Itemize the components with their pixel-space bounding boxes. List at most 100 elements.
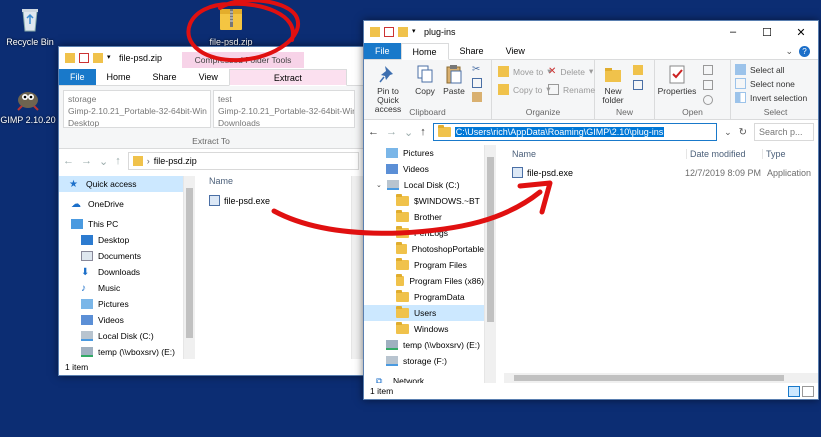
breadcrumb[interactable]: file-psd.zip — [154, 156, 197, 166]
properties-icon[interactable] — [384, 27, 394, 37]
scrollbar-thumb[interactable] — [514, 375, 784, 381]
nav-item-this-pc[interactable]: This PC — [63, 216, 183, 232]
cut-icon[interactable]: ✂ — [472, 64, 480, 75]
nav-item-temp-drive[interactable]: temp (\\vboxsrv) (E:) — [63, 344, 183, 360]
new-folder-icon[interactable] — [93, 53, 103, 63]
address-bar[interactable]: C:\Users\rich\AppData\Roaming\GIMP\2.10\… — [432, 123, 718, 141]
paste-button[interactable]: Paste — [440, 63, 468, 96]
scrollbar-thumb[interactable] — [487, 157, 494, 322]
desktop-icon-recycle-bin[interactable]: Recycle Bin — [2, 4, 58, 47]
details-view-icon[interactable] — [788, 385, 800, 397]
close-icon[interactable]: ✕ — [784, 26, 818, 39]
edit-icon[interactable] — [703, 80, 713, 90]
nav-item-pictures[interactable]: Pictures — [63, 296, 183, 312]
copy-to-button[interactable]: Copy to ▾ — [498, 84, 551, 95]
nav-item-temp-drive[interactable]: temp (\\vboxsrv) (E:) — [368, 337, 484, 353]
chevron-down-icon[interactable]: ▾ — [412, 27, 418, 37]
nav-item-downloads[interactable]: ⬇ Downloads — [63, 264, 183, 280]
extract-location[interactable]: Gimp-2.10.21_Portable-32-64bit-Win — [68, 105, 207, 117]
move-to-button[interactable]: Move to ▾ — [498, 66, 552, 77]
minimize-icon[interactable]: – — [716, 26, 750, 39]
nav-item-quick-access[interactable]: ★ Quick access — [59, 176, 183, 192]
up-arrow-icon[interactable]: ↑ — [115, 155, 121, 167]
extract-location[interactable]: Desktop — [68, 117, 206, 127]
desktop-icon-gimp[interactable]: GIMP 2.10.20 — [0, 82, 56, 125]
tab-view[interactable]: View — [495, 43, 536, 59]
address-path[interactable]: C:\Users\rich\AppData\Roaming\GIMP\2.10\… — [454, 127, 665, 137]
nav-item-local-disk[interactable]: ⌄ Local Disk (C:) — [368, 177, 484, 193]
tab-share[interactable]: Share — [449, 43, 495, 59]
nav-item-documents[interactable]: Documents — [63, 248, 183, 264]
nav-scrollbar[interactable] — [484, 145, 496, 385]
nav-item-folder[interactable]: $WINDOWS.~BT — [368, 193, 484, 209]
history-icon[interactable] — [703, 95, 713, 105]
chevron-down-icon[interactable]: ⌄ — [99, 155, 108, 168]
new-item-icon[interactable] — [633, 65, 643, 75]
chevron-down-icon[interactable]: ⌄ — [724, 127, 732, 138]
nav-item-folder[interactable]: Brother — [368, 209, 484, 225]
delete-button[interactable]: ✕ Delete ▾ — [548, 66, 593, 77]
nav-item-videos[interactable]: Videos — [63, 312, 183, 328]
nav-item-pictures[interactable]: Pictures — [368, 145, 484, 161]
copy-path-icon[interactable] — [472, 78, 482, 88]
tab-extract[interactable]: Extract — [228, 69, 347, 86]
nav-item-music[interactable]: ♪ Music — [63, 280, 183, 296]
properties-button[interactable]: Properties — [657, 63, 697, 96]
extract-to-list-2[interactable]: test Gimp-2.10.21_Portable-32-64bit-Win … — [213, 90, 355, 128]
extract-location[interactable]: Downloads — [218, 117, 350, 127]
extract-location[interactable]: test — [218, 93, 350, 105]
column-header-type[interactable]: Type — [762, 149, 786, 159]
select-all-button[interactable]: Select all — [735, 64, 785, 75]
scrollbar-thumb[interactable] — [186, 188, 193, 338]
table-row[interactable]: file-psd.exe 12/7/2019 8:09 PM Applicati… — [512, 167, 818, 178]
open-icon[interactable] — [703, 65, 713, 75]
forward-arrow-icon[interactable]: → — [81, 155, 92, 167]
content-scrollbar[interactable] — [351, 176, 363, 362]
new-folder-icon[interactable] — [398, 27, 408, 37]
extract-location[interactable]: storage — [68, 93, 206, 105]
dragged-zip-file[interactable]: file-psd.zip — [206, 4, 256, 47]
nav-item-folder[interactable]: Program Files (x86) — [368, 273, 484, 289]
nav-item-folder[interactable]: ProgramData — [368, 289, 484, 305]
address-bar[interactable]: › file-psd.zip — [127, 152, 359, 170]
refresh-icon[interactable]: ↻ — [739, 127, 747, 138]
back-arrow-icon[interactable]: ← — [368, 126, 379, 138]
extract-location[interactable]: Gimp-2.10.21_Portable-32-64bit-Win — [218, 105, 354, 117]
chevron-down-icon[interactable]: ⌄ — [404, 126, 413, 139]
up-arrow-icon[interactable]: ↑ — [420, 126, 426, 138]
file-item[interactable]: file-psd.exe — [209, 195, 270, 206]
tab-share[interactable]: Share — [142, 69, 188, 85]
paste-shortcut-icon[interactable] — [472, 92, 482, 102]
column-header-date[interactable]: Date modified — [686, 149, 746, 159]
maximize-icon[interactable]: ☐ — [750, 26, 784, 39]
nav-item-local-disk[interactable]: Local Disk (C:) — [63, 328, 183, 344]
nav-item-folder[interactable]: PhotoshopPortable — [368, 241, 484, 257]
properties-icon[interactable] — [79, 53, 89, 63]
forward-arrow-icon[interactable]: → — [386, 126, 397, 138]
help-icon[interactable]: ? — [799, 45, 810, 57]
chevron-down-icon[interactable]: ▾ — [107, 53, 113, 63]
new-folder-button[interactable]: New folder — [599, 63, 627, 105]
nav-item-onedrive[interactable]: ☁ OneDrive — [63, 196, 183, 212]
search-box[interactable]: Search p... — [754, 123, 814, 141]
nav-item-users[interactable]: Users — [364, 305, 484, 321]
nav-item-storage-drive[interactable]: storage (F:) — [368, 353, 484, 369]
invert-selection-button[interactable]: Invert selection — [735, 92, 807, 103]
tab-file[interactable]: File — [364, 43, 401, 59]
nav-item-folder[interactable]: Windows — [368, 321, 484, 337]
easy-access-icon[interactable] — [633, 80, 643, 90]
column-header-name[interactable]: Name — [512, 149, 536, 159]
select-none-button[interactable]: Select none — [735, 78, 795, 89]
rename-button[interactable]: Rename — [548, 84, 595, 95]
horizontal-scrollbar[interactable] — [504, 373, 818, 383]
large-icons-view-icon[interactable] — [802, 385, 814, 397]
tab-home[interactable]: Home — [96, 69, 142, 85]
nav-item-videos[interactable]: Videos — [368, 161, 484, 177]
tab-home[interactable]: Home — [400, 43, 449, 60]
back-arrow-icon[interactable]: ← — [63, 155, 74, 167]
tab-file[interactable]: File — [59, 69, 96, 85]
tab-view[interactable]: View — [188, 69, 229, 85]
nav-scrollbar[interactable] — [183, 176, 195, 362]
nav-item-folder[interactable]: Program Files — [368, 257, 484, 273]
chevron-down-icon[interactable]: ⌄ — [376, 181, 382, 189]
